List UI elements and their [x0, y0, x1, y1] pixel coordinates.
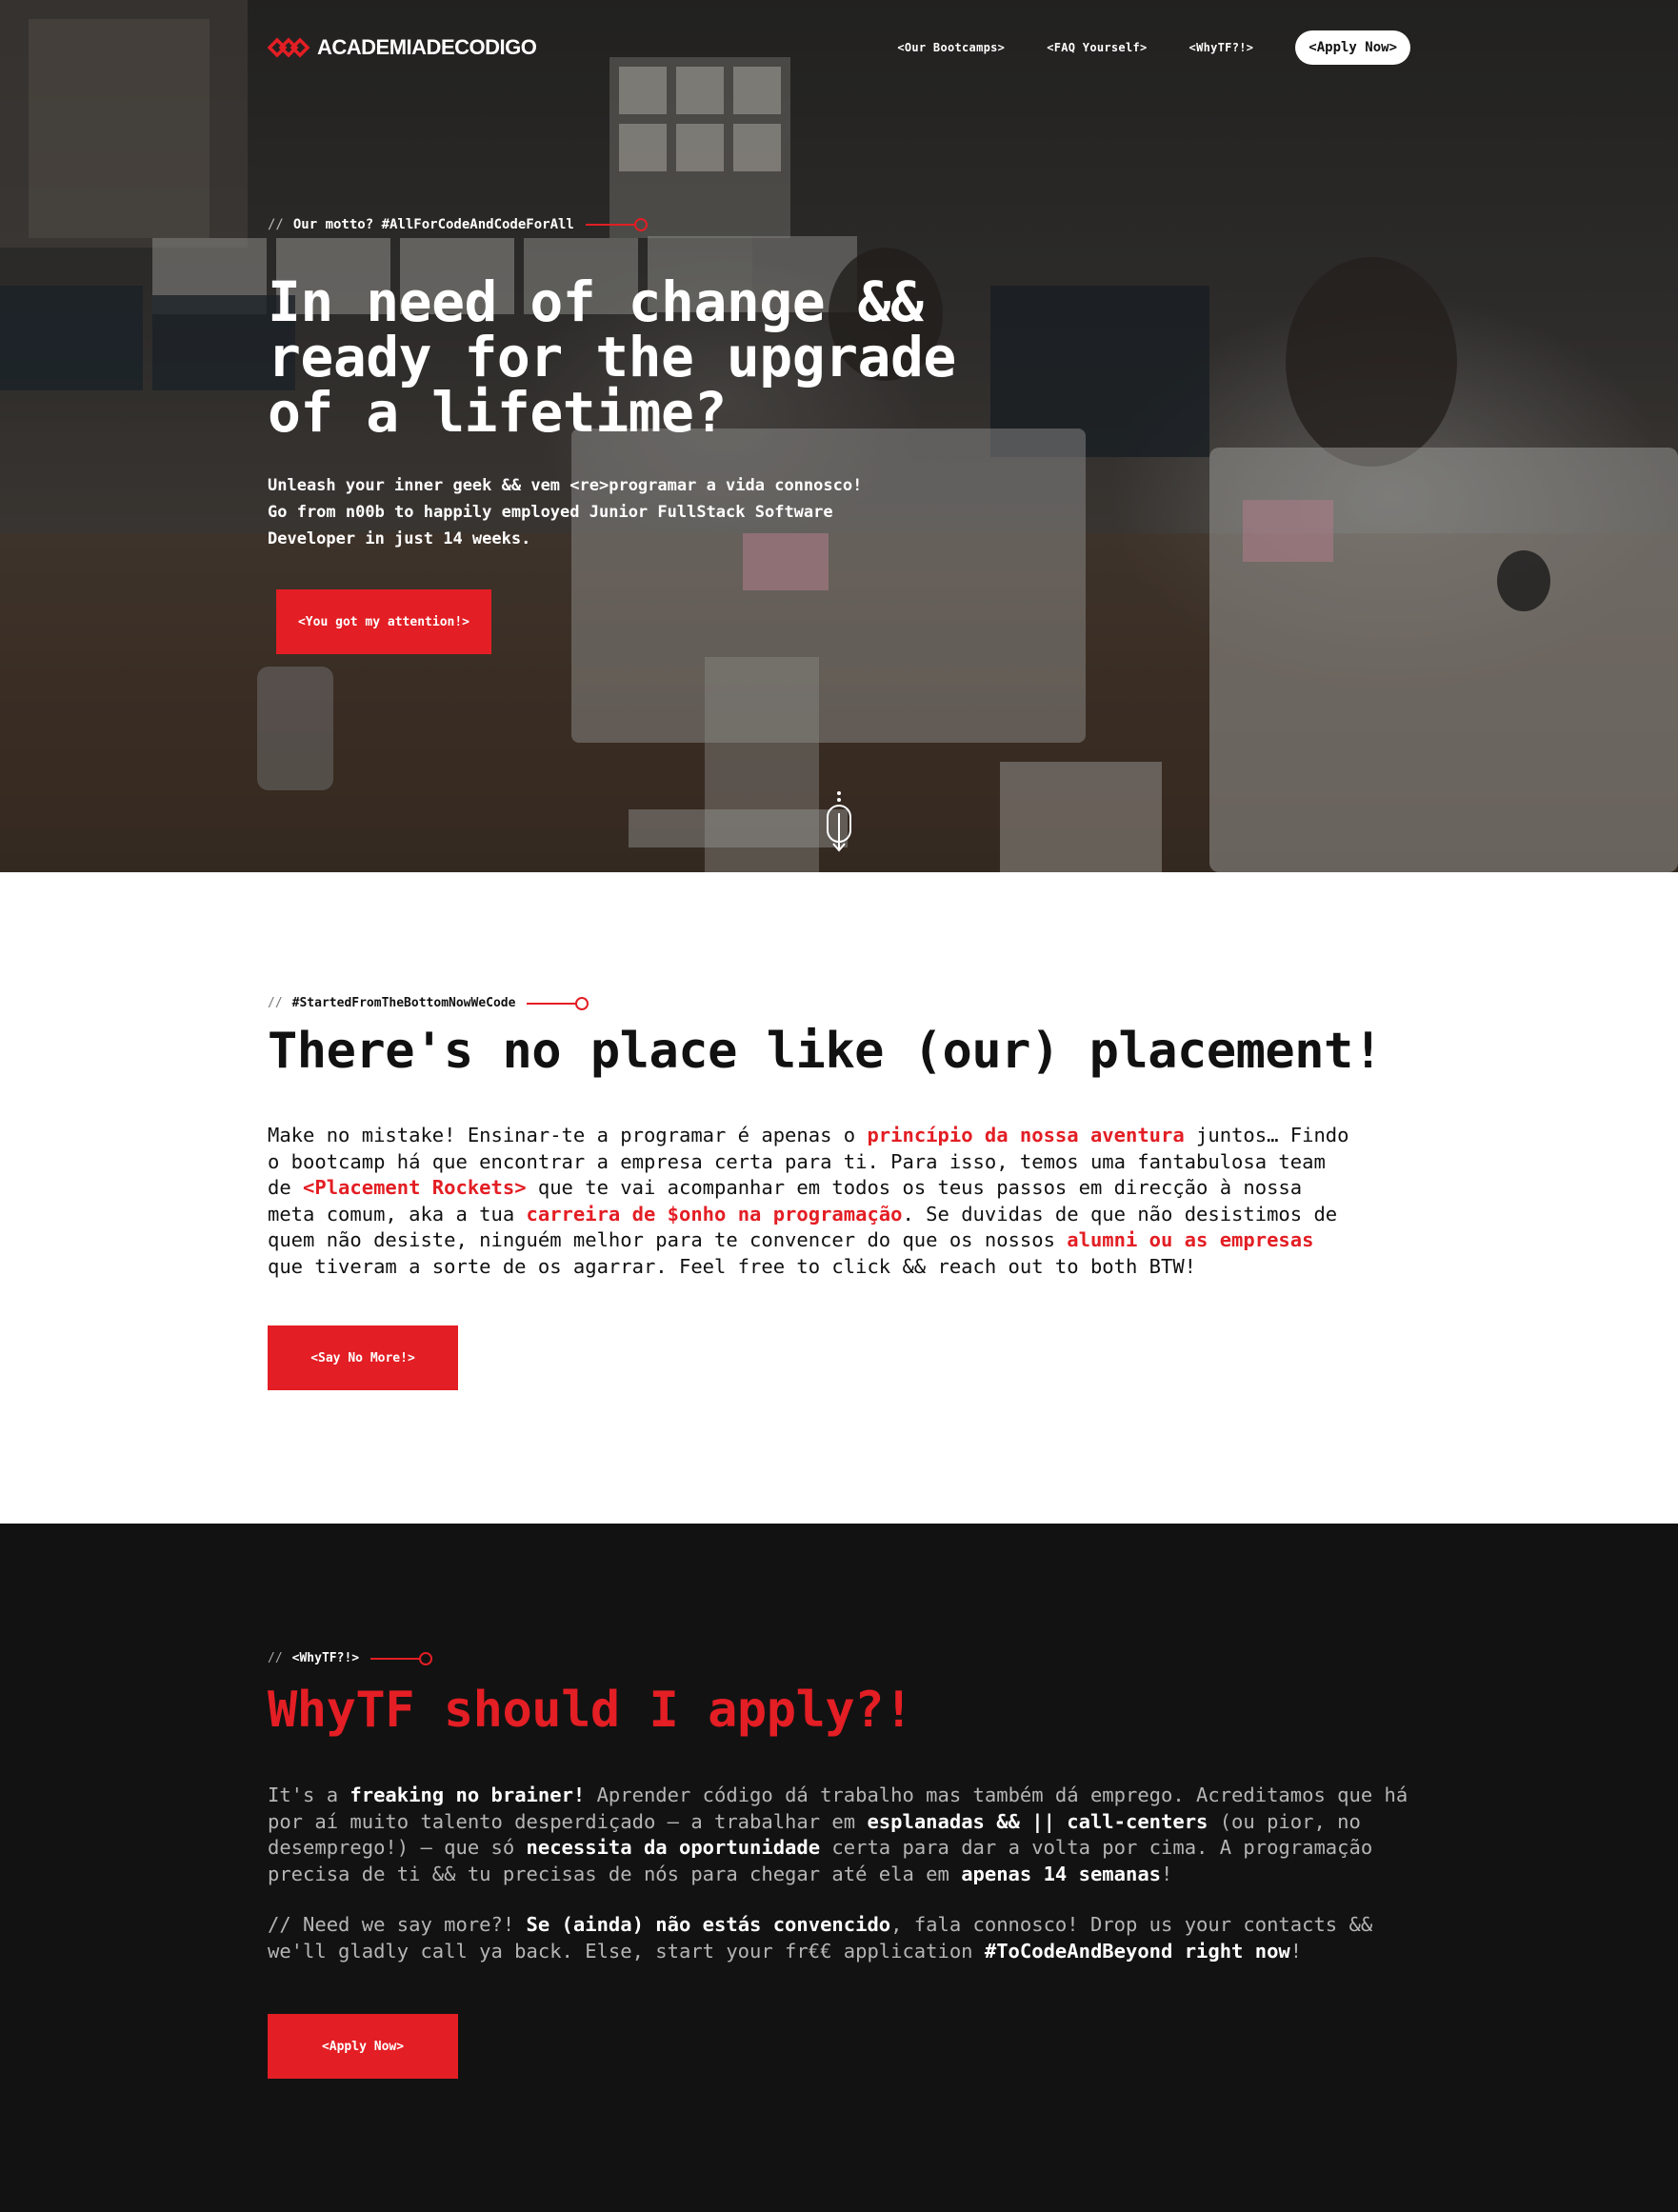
nav-link-faq[interactable]: <FAQ Yourself> — [1047, 41, 1147, 54]
link-dream-career[interactable]: carreira de $onho na programação — [527, 1203, 903, 1226]
emphasis-text: #ToCodeAndBeyond right now — [984, 1939, 1290, 1963]
nav-link-whytf[interactable]: <WhyTF?!> — [1189, 41, 1254, 54]
tag-line-decoration — [527, 1002, 577, 1005]
whytf-title: WhyTF should I apply?! — [268, 1682, 913, 1739]
emphasis-text: esplanadas && || call-centers — [867, 1809, 1209, 1833]
mouse-scroll-icon[interactable] — [825, 790, 853, 853]
placement-tag-text: #StartedFromTheBottomNowWeCode — [291, 996, 516, 1010]
link-placement-rockets[interactable]: <Placement Rockets> — [303, 1176, 527, 1199]
hero-subtitle: Unleash your inner geek && vem <re>progr… — [268, 472, 896, 552]
logo-mark-icon — [268, 37, 310, 58]
body-text: ! — [1289, 1939, 1303, 1963]
nav-apply-button[interactable]: <Apply Now> — [1295, 30, 1410, 65]
tag-prefix: // — [268, 1651, 283, 1665]
hero-title: In need of change && ready for the upgra… — [268, 269, 956, 445]
body-text: Make no mistake! Ensinar-te a programar … — [268, 1124, 868, 1146]
apply-now-button[interactable]: <Apply Now> — [268, 2014, 458, 2079]
whytf-tag: // <WhyTF?!> — [268, 1651, 433, 1665]
link-adventure[interactable]: princípio da nossa aventura — [867, 1124, 1184, 1146]
tag-dot-icon — [419, 1651, 433, 1665]
placement-section: // #StartedFromTheBottomNowWeCode There'… — [0, 872, 1678, 1524]
hero-tag-text: Our motto? #AllForCodeAndCodeForAll — [292, 217, 574, 232]
whytf-section: // <WhyTF?!> WhyTF should I apply?! It's… — [0, 1524, 1678, 2212]
body-text: // Need we say more?! — [268, 1913, 527, 1936]
body-text: ! — [1161, 1862, 1173, 1885]
nav-link-bootcamps[interactable]: <Our Bootcamps> — [897, 41, 1005, 54]
tag-line-decoration — [585, 224, 635, 226]
placement-title: There's no place like (our) placement! — [268, 1023, 1383, 1080]
whytf-body-paragraph-2: // Need we say more?! Se (ainda) não est… — [268, 1912, 1410, 1964]
emphasis-text: Se (ainda) não estás convencido — [526, 1913, 891, 1936]
placement-tag: // #StartedFromTheBottomNowWeCode — [268, 996, 589, 1010]
attention-button[interactable]: <You got my attention!> — [276, 589, 491, 654]
emphasis-text: freaking no brainer! — [350, 1784, 586, 1806]
emphasis-text: apenas 14 semanas — [961, 1862, 1162, 1885]
brand-logo[interactable]: ACADEMIADECODIGO — [268, 34, 537, 61]
whytf-body-paragraph-1: It's a freaking no brainer! Aprender cód… — [268, 1783, 1410, 1887]
tag-dot-icon — [633, 218, 648, 231]
top-navigation: ACADEMIADECODIGO <Our Bootcamps> <FAQ Yo… — [268, 29, 1410, 67]
hero-subtitle-line-1: Unleash your inner geek && vem <re>progr… — [268, 476, 863, 495]
whytf-tag-text: <WhyTF?!> — [291, 1651, 360, 1665]
logo-text: ACADEMIADECODIGO — [317, 35, 537, 59]
hero-tag: // Our motto? #AllForCodeAndCodeForAll — [268, 217, 648, 232]
hero-content: ACADEMIADECODIGO <Our Bootcamps> <FAQ Yo… — [0, 0, 1678, 872]
hero-section: ACADEMIADECODIGO <Our Bootcamps> <FAQ Yo… — [0, 0, 1678, 872]
say-no-more-button[interactable]: <Say No More!> — [268, 1325, 458, 1390]
tag-prefix: // — [268, 217, 284, 232]
body-text: que tiveram a sorte de os agarrar. Feel … — [268, 1254, 1197, 1278]
placement-body: Make no mistake! Ensinar-te a programar … — [268, 1123, 1353, 1280]
emphasis-text: necessita da oportunidade — [526, 1836, 821, 1859]
tag-line-decoration — [370, 1657, 421, 1660]
tag-prefix: // — [268, 996, 283, 1010]
nav-links: <Our Bootcamps> <FAQ Yourself> <WhyTF?!>… — [897, 30, 1410, 65]
hero-subtitle-line-2: Go from n00b to happily employed Junior … — [268, 503, 833, 548]
body-text: It's a — [268, 1784, 350, 1806]
tag-dot-icon — [575, 996, 589, 1010]
link-alumni-companies[interactable]: alumni ou as empresas — [1067, 1228, 1313, 1251]
